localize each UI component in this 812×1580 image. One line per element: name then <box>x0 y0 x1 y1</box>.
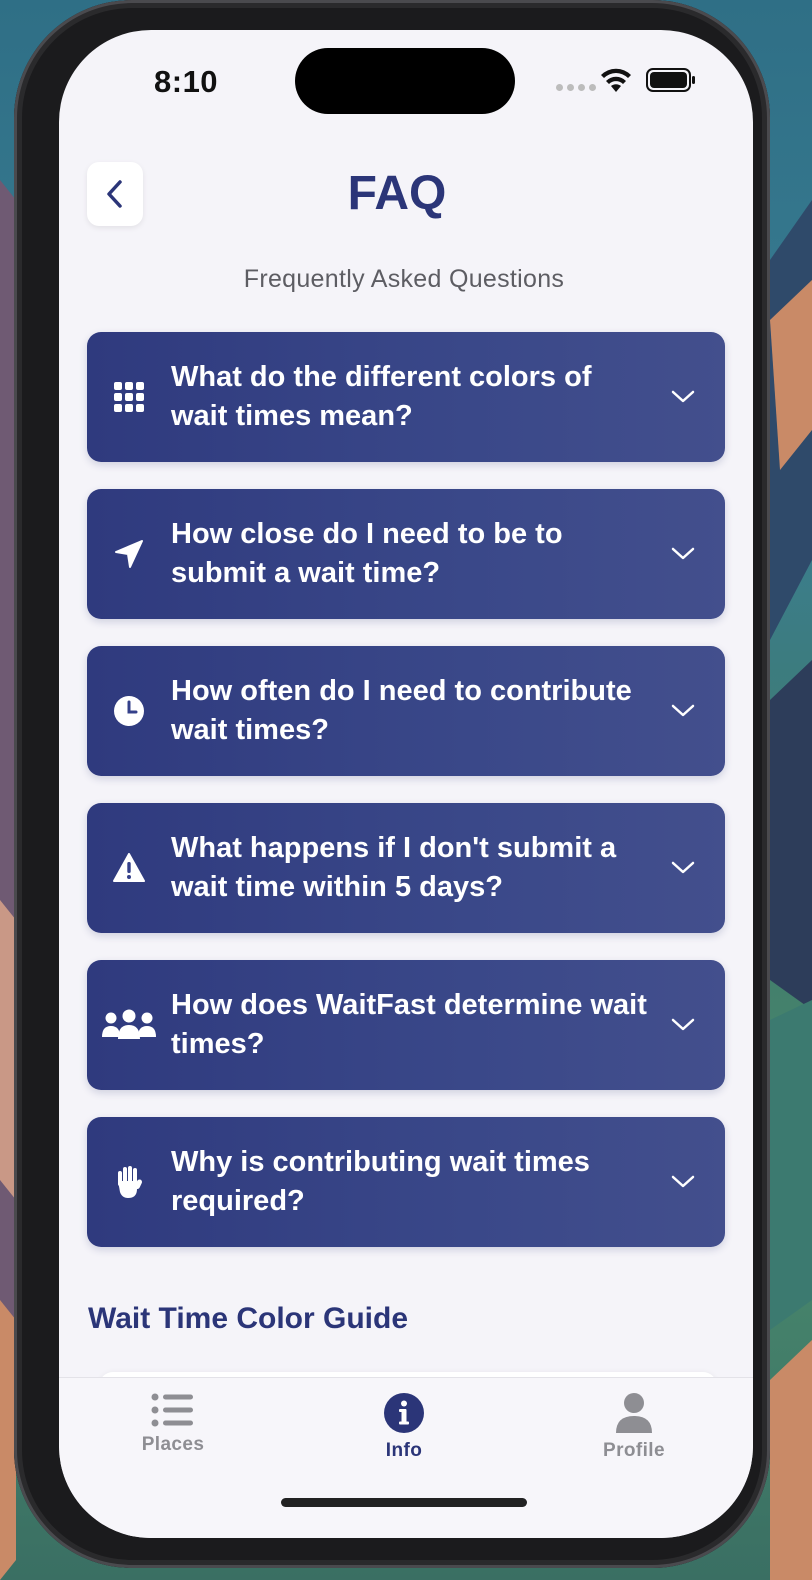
faq-item[interactable]: What do the different colors of wait tim… <box>87 332 725 462</box>
app-screen: 8:10 FAQ Frequently Asked Questions What… <box>59 30 753 1538</box>
home-indicator[interactable] <box>281 1498 527 1507</box>
chevron-down-icon <box>671 385 695 409</box>
faq-item[interactable]: Why is contributing wait times required? <box>87 1117 725 1247</box>
chevron-down-icon <box>671 1013 695 1037</box>
chevron-down-icon <box>671 1170 695 1194</box>
faq-question: What do the different colors of wait tim… <box>171 361 592 432</box>
location-arrow-icon <box>87 489 171 619</box>
status-time: 8:10 <box>154 64 219 99</box>
chevron-down-icon <box>671 542 695 566</box>
clock-icon <box>87 646 171 776</box>
info-icon <box>384 1393 424 1433</box>
faq-question: How often do I need to contribute wait t… <box>171 675 632 746</box>
faq-question: Why is contributing wait times required? <box>171 1146 590 1217</box>
chevron-down-icon <box>671 699 695 723</box>
tab-bar: Places Info Profile <box>59 1377 753 1538</box>
list-icon <box>151 1393 193 1427</box>
person-icon <box>616 1393 652 1433</box>
wifi-icon <box>601 68 631 92</box>
page-title: FAQ <box>347 167 447 220</box>
tab-label: Profile <box>603 1440 665 1461</box>
faq-item[interactable]: How does WaitFast determine wait times? <box>87 960 725 1090</box>
cellular-signal-icon <box>556 84 596 91</box>
faq-question: How does WaitFast determine wait times? <box>171 989 647 1060</box>
tab-places[interactable]: Places <box>93 1392 253 1456</box>
page-subtitle: Frequently Asked Questions <box>243 265 565 293</box>
tab-info[interactable]: Info <box>324 1392 484 1462</box>
users-icon <box>87 960 171 1090</box>
faq-item[interactable]: What happens if I don't submit a wait ti… <box>87 803 725 933</box>
tab-label: Info <box>385 1440 423 1461</box>
battery-icon <box>646 68 695 92</box>
warning-icon <box>87 803 171 933</box>
faq-list: What do the different colors of wait tim… <box>87 332 725 1274</box>
tab-profile[interactable]: Profile <box>554 1392 714 1462</box>
hand-icon <box>87 1117 171 1247</box>
status-bar: 8:10 <box>59 30 753 130</box>
color-guide-title: Wait Time Color Guide <box>88 1302 409 1335</box>
faq-question: What happens if I don't submit a wait ti… <box>171 832 617 903</box>
grid-dots-icon <box>87 332 171 462</box>
dynamic-island <box>295 48 515 114</box>
phone-frame: 8:10 FAQ Frequently Asked Questions What… <box>14 0 770 1568</box>
faq-item[interactable]: How often do I need to contribute wait t… <box>87 646 725 776</box>
chevron-down-icon <box>671 856 695 880</box>
tab-label: Places <box>141 1434 205 1455</box>
faq-item[interactable]: How close do I need to be to submit a wa… <box>87 489 725 619</box>
faq-question: How close do I need to be to submit a wa… <box>171 518 563 589</box>
